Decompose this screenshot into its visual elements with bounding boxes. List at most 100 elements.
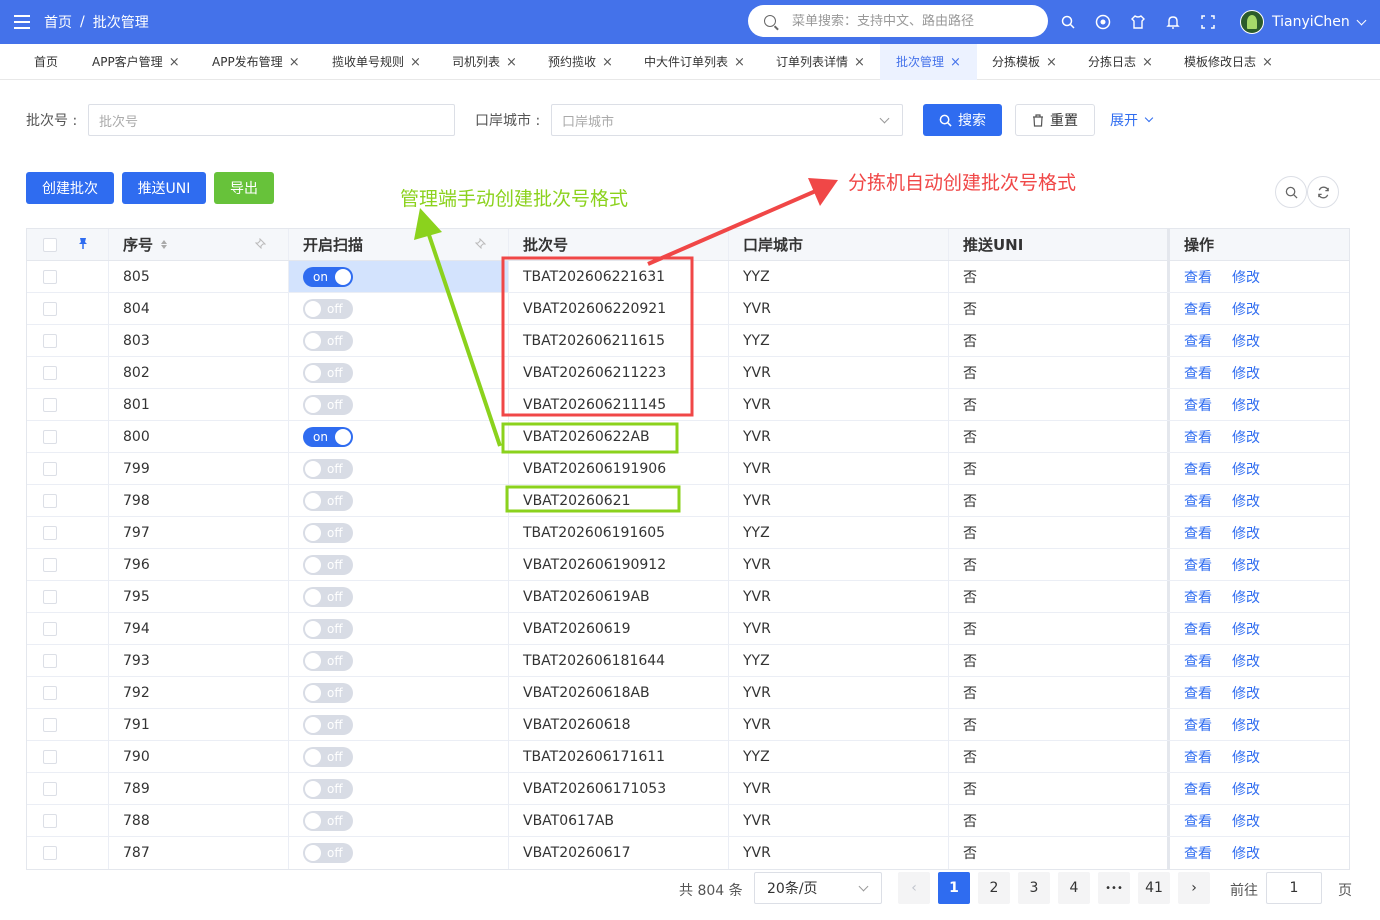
- scan-toggle[interactable]: off: [303, 650, 353, 671]
- row-checkbox[interactable]: [43, 653, 57, 668]
- prev-page-button[interactable]: ‹: [898, 872, 930, 904]
- edit-link[interactable]: 修改: [1232, 555, 1260, 575]
- view-link[interactable]: 查看: [1184, 811, 1212, 831]
- scan-toggle[interactable]: off: [303, 618, 353, 639]
- close-icon[interactable]: ×: [950, 55, 961, 70]
- search-button[interactable]: 搜索: [923, 104, 1002, 136]
- row-checkbox[interactable]: [43, 685, 57, 700]
- menu-toggle-icon[interactable]: [14, 15, 30, 29]
- menu-search-input[interactable]: [792, 13, 1032, 29]
- table-search-toggle[interactable]: [1275, 176, 1307, 208]
- view-link[interactable]: 查看: [1184, 395, 1212, 415]
- tab-large-orders[interactable]: 中大件订单列表 ×: [644, 44, 745, 80]
- edit-link[interactable]: 修改: [1232, 331, 1260, 351]
- goto-page-input[interactable]: 1: [1266, 872, 1322, 904]
- edit-link[interactable]: 修改: [1232, 427, 1260, 447]
- edit-link[interactable]: 修改: [1232, 715, 1260, 735]
- edit-link[interactable]: 修改: [1232, 587, 1260, 607]
- refresh-button[interactable]: [1307, 176, 1339, 208]
- city-select[interactable]: 口岸城市: [551, 104, 903, 136]
- scan-toggle[interactable]: off: [303, 298, 353, 319]
- row-checkbox[interactable]: [43, 365, 57, 380]
- tab-pickup-rules[interactable]: 揽收单号规则 ×: [332, 44, 421, 80]
- view-link[interactable]: 查看: [1184, 299, 1212, 319]
- row-checkbox[interactable]: [43, 781, 57, 796]
- page-41-button[interactable]: 41: [1138, 872, 1170, 904]
- edit-link[interactable]: 修改: [1232, 459, 1260, 479]
- row-checkbox[interactable]: [43, 301, 57, 316]
- edit-link[interactable]: 修改: [1232, 363, 1260, 383]
- view-link[interactable]: 查看: [1184, 267, 1212, 287]
- github-icon[interactable]: [1095, 14, 1111, 30]
- edit-link[interactable]: 修改: [1232, 779, 1260, 799]
- tab-home[interactable]: 首页: [34, 44, 58, 80]
- sort-icon[interactable]: [161, 240, 168, 249]
- edit-link[interactable]: 修改: [1232, 843, 1260, 863]
- export-button[interactable]: 导出: [214, 172, 274, 204]
- view-link[interactable]: 查看: [1184, 587, 1212, 607]
- view-link[interactable]: 查看: [1184, 523, 1212, 543]
- scan-toggle[interactable]: off: [303, 810, 353, 831]
- close-icon[interactable]: ×: [1142, 55, 1153, 70]
- row-checkbox[interactable]: [43, 269, 57, 284]
- row-checkbox[interactable]: [43, 717, 57, 732]
- scan-toggle[interactable]: off: [303, 778, 353, 799]
- bell-icon[interactable]: [1165, 14, 1181, 30]
- close-icon[interactable]: ×: [289, 55, 300, 70]
- close-icon[interactable]: ×: [602, 55, 613, 70]
- view-link[interactable]: 查看: [1184, 459, 1212, 479]
- view-link[interactable]: 查看: [1184, 683, 1212, 703]
- pin-icon[interactable]: [474, 237, 487, 252]
- create-batch-button[interactable]: 创建批次: [26, 172, 114, 204]
- view-link[interactable]: 查看: [1184, 779, 1212, 799]
- view-link[interactable]: 查看: [1184, 619, 1212, 639]
- pin-icon[interactable]: [254, 237, 267, 252]
- view-link[interactable]: 查看: [1184, 555, 1212, 575]
- scan-toggle[interactable]: off: [303, 522, 353, 543]
- close-icon[interactable]: ×: [854, 55, 865, 70]
- user-menu[interactable]: TianyiChen: [1240, 6, 1367, 38]
- scan-toggle[interactable]: off: [303, 362, 353, 383]
- fullscreen-icon[interactable]: [1200, 14, 1216, 30]
- row-checkbox[interactable]: [43, 621, 57, 636]
- tab-sort-logs[interactable]: 分拣日志 ×: [1088, 44, 1153, 80]
- close-icon[interactable]: ×: [410, 55, 421, 70]
- close-icon[interactable]: ×: [506, 55, 517, 70]
- scan-toggle[interactable]: off: [303, 714, 353, 735]
- batch-input[interactable]: 批次号: [88, 104, 455, 136]
- reset-button[interactable]: 重置: [1015, 104, 1095, 136]
- row-checkbox[interactable]: [43, 589, 57, 604]
- close-icon[interactable]: ×: [169, 55, 180, 70]
- view-link[interactable]: 查看: [1184, 747, 1212, 767]
- edit-link[interactable]: 修改: [1232, 683, 1260, 703]
- edit-link[interactable]: 修改: [1232, 267, 1260, 287]
- edit-link[interactable]: 修改: [1232, 491, 1260, 511]
- close-icon[interactable]: ×: [1046, 55, 1057, 70]
- page-1-button[interactable]: 1: [938, 872, 970, 904]
- page-size-select[interactable]: 20条/页: [754, 872, 882, 904]
- tab-batch-management[interactable]: 批次管理 ×: [880, 44, 977, 80]
- view-link[interactable]: 查看: [1184, 843, 1212, 863]
- row-checkbox[interactable]: [43, 557, 57, 572]
- pin-icon[interactable]: [78, 237, 88, 253]
- page-4-button[interactable]: 4: [1058, 872, 1090, 904]
- edit-link[interactable]: 修改: [1232, 299, 1260, 319]
- edit-link[interactable]: 修改: [1232, 395, 1260, 415]
- row-checkbox[interactable]: [43, 749, 57, 764]
- breadcrumb-home[interactable]: 首页: [44, 12, 72, 32]
- scan-toggle[interactable]: off: [303, 330, 353, 351]
- tab-order-details[interactable]: 订单列表详情 ×: [776, 44, 865, 80]
- menu-search-box[interactable]: [748, 5, 1048, 37]
- view-link[interactable]: 查看: [1184, 427, 1212, 447]
- column-seq[interactable]: 序号: [109, 229, 289, 260]
- view-link[interactable]: 查看: [1184, 331, 1212, 351]
- scan-toggle[interactable]: off: [303, 746, 353, 767]
- scan-toggle[interactable]: off: [303, 586, 353, 607]
- tab-template-logs[interactable]: 模板修改日志 ×: [1184, 44, 1273, 80]
- scan-toggle[interactable]: off: [303, 458, 353, 479]
- tab-sort-templates[interactable]: 分拣模板 ×: [992, 44, 1057, 80]
- scan-toggle[interactable]: off: [303, 490, 353, 511]
- push-uni-button[interactable]: 推送UNI: [122, 172, 206, 204]
- tab-pickup-booking[interactable]: 预约揽收 ×: [548, 44, 613, 80]
- page-3-button[interactable]: 3: [1018, 872, 1050, 904]
